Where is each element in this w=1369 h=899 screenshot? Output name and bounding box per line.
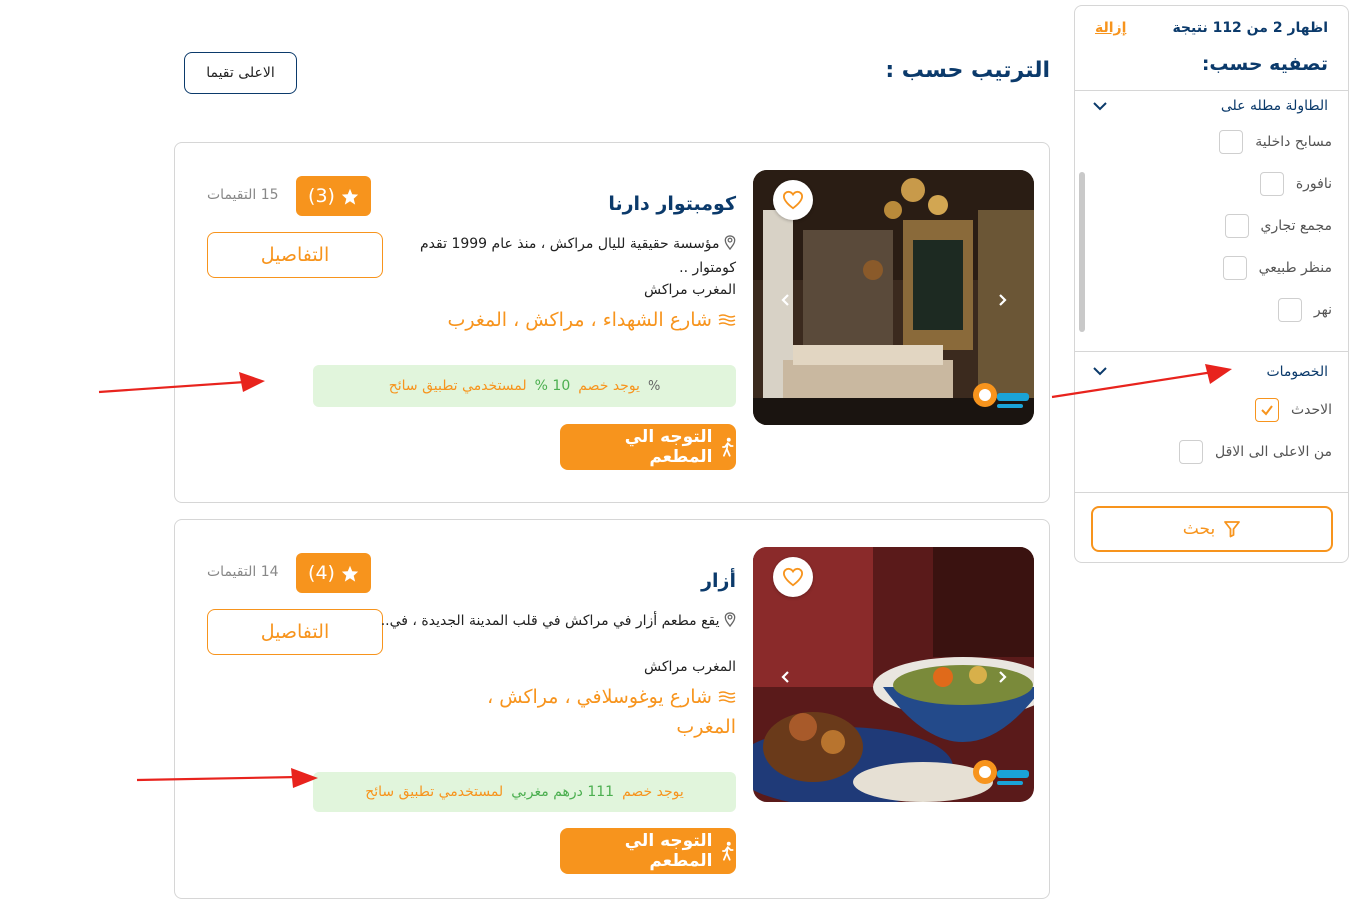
filter-option-river[interactable]: نهر [1277, 297, 1332, 323]
discount-prefix: يوجد خصم [622, 784, 684, 800]
checkbox[interactable] [1277, 298, 1302, 322]
restaurant-location: المغرب مراكش [644, 282, 736, 298]
app-logo [973, 383, 1029, 408]
option-label: الاحدث [1290, 402, 1332, 418]
go-button-label: التوجه الي المطعم [624, 427, 713, 467]
review-count: 14 التقيمات [207, 564, 279, 580]
address-text: شارع يوغوسلافي ، مراكش ، المغرب [487, 686, 736, 738]
filter-option-mall[interactable]: مجمع تجاري [1224, 213, 1332, 239]
restaurant-description: يقع مطعم أزار في مراكش في قلب المدينة ال… [376, 609, 736, 633]
checkbox[interactable] [1178, 440, 1203, 464]
location-pin-icon [724, 612, 736, 628]
favorite-button[interactable] [773, 180, 813, 220]
star-icon [341, 565, 359, 582]
percent-icon: % [647, 378, 661, 394]
option-label: نهر [1313, 302, 1332, 318]
option-label: مسابح داخلية [1255, 134, 1332, 150]
chevron-left-icon[interactable] [779, 293, 793, 307]
restaurant-card: أزار (4) 14 التقيمات التفاصيل يقع مطعم أ… [174, 519, 1050, 899]
results-count: اظهار 2 من 112 نتيجة [1172, 20, 1328, 36]
discount-banner: يوجد خصم 111 درهم مغربي لمستخدمي تطبيق س… [313, 772, 736, 812]
description-text: يقع مطعم أزار في مراكش في قلب المدينة ال… [380, 613, 720, 629]
go-to-restaurant-button[interactable]: التوجه الي المطعم [560, 828, 736, 874]
discount-amount: 111 درهم مغربي [511, 784, 615, 800]
go-to-restaurant-button[interactable]: التوجه الي المطعم [560, 424, 736, 470]
street-icon [718, 314, 736, 326]
go-button-label: التوجه الي المطعم [624, 831, 713, 871]
filter-icon [1224, 521, 1241, 538]
checkbox[interactable] [1219, 130, 1244, 154]
search-button-label: بحث [1182, 519, 1216, 539]
star-icon [341, 188, 359, 205]
filter-option-indoor-pools[interactable]: مسابح داخلية [1219, 129, 1332, 155]
annotation-arrow [136, 768, 318, 788]
favorite-button[interactable] [773, 557, 813, 597]
annotation-arrow [1051, 364, 1232, 399]
filter-option-high-to-low[interactable]: من الاعلى الى الاقل [1178, 439, 1332, 465]
location-pin-icon [724, 235, 736, 251]
checkbox[interactable] [1222, 256, 1247, 280]
discount-suffix: لمستخدمي تطبيق سائح [365, 784, 504, 800]
chevron-right-icon[interactable] [995, 293, 1009, 307]
heart-icon [782, 190, 804, 210]
filter-divider [1075, 351, 1348, 352]
option-label: مجمع تجاري [1260, 218, 1332, 234]
section-title-table-view[interactable]: الطاولة مطله على [1221, 98, 1328, 114]
walking-icon [722, 841, 734, 861]
chevron-right-icon[interactable] [995, 670, 1009, 684]
restaurant-description: مؤسسة حقيقية لليال مراكش ، منذ عام 1999 … [376, 232, 736, 280]
details-button[interactable]: التفاصيل [207, 232, 383, 278]
discount-prefix: يوجد خصم [578, 378, 640, 394]
app-logo [973, 760, 1029, 785]
sort-dropdown[interactable]: الاعلى تقيما [184, 52, 297, 94]
chevron-left-icon[interactable] [779, 670, 793, 684]
section-title-discounts[interactable]: الخصومات [1266, 364, 1328, 380]
restaurant-address: شارع يوغوسلافي ، مراكش ، المغرب [446, 682, 736, 742]
checkbox[interactable] [1259, 172, 1284, 196]
chevron-down-icon[interactable] [1093, 101, 1107, 111]
review-count: 15 التقيمات [207, 187, 279, 203]
rating-count: (3) [308, 185, 335, 207]
check-icon [1261, 405, 1273, 416]
filter-panel: اظهار 2 من 112 نتيجة إزالة تصفيه حسب: ال… [1074, 5, 1349, 563]
restaurant-name[interactable]: أزار [701, 570, 736, 592]
option-label: من الاعلى الى الاقل [1214, 444, 1332, 460]
discount-banner: % يوجد خصم 10 % لمستخدمي تطبيق سائح [313, 365, 736, 407]
filter-title: تصفيه حسب: [1201, 53, 1328, 75]
checkbox-checked[interactable] [1254, 398, 1279, 422]
filter-divider [1075, 492, 1348, 493]
filter-divider [1075, 90, 1348, 91]
sort-label: الترتيب حسب : [885, 58, 1050, 83]
rating-count: (4) [308, 562, 335, 584]
annotation-arrow [98, 372, 265, 394]
search-button[interactable]: بحث [1091, 506, 1333, 552]
clear-filters-link[interactable]: إزالة [1095, 20, 1126, 36]
restaurant-location: المغرب مراكش [644, 659, 736, 675]
option-label: نافورة [1295, 176, 1332, 192]
rating-badge: (4) [296, 553, 371, 593]
rating-badge: (3) [296, 176, 371, 216]
street-icon [718, 691, 736, 703]
details-button[interactable]: التفاصيل [207, 609, 383, 655]
restaurant-address: شارع الشهداء ، مراكش ، المغرب [436, 305, 736, 335]
filter-option-fountain[interactable]: نافورة [1259, 171, 1332, 197]
filter-option-nature-view[interactable]: منظر طبيعي [1222, 255, 1332, 281]
discount-suffix: لمستخدمي تطبيق سائح [388, 378, 527, 394]
discount-amount: 10 % [534, 378, 571, 394]
option-label: منظر طبيعي [1258, 260, 1332, 276]
heart-icon [782, 567, 804, 587]
filter-option-newest[interactable]: الاحدث [1254, 397, 1332, 423]
restaurant-card: كومبتوار دارنا (3) 15 التقيمات التفاصيل … [174, 142, 1050, 503]
walking-icon [722, 437, 734, 457]
description-text: مؤسسة حقيقية لليال مراكش ، منذ عام 1999 … [420, 236, 736, 276]
filter-scrollbar[interactable] [1079, 172, 1085, 332]
checkbox[interactable] [1224, 214, 1249, 238]
address-text: شارع الشهداء ، مراكش ، المغرب [447, 309, 712, 331]
restaurant-name[interactable]: كومبتوار دارنا [608, 193, 736, 215]
